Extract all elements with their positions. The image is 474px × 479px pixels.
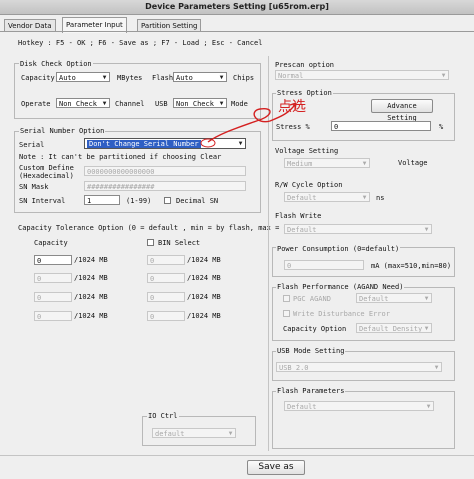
disk-check-title: Disk Check Option	[19, 59, 93, 69]
mbytes-label: MBytes	[117, 74, 143, 82]
tolerance-unit: /1024 MB	[187, 312, 221, 320]
tolerance-left-input-1[interactable]: 0	[34, 255, 72, 265]
pgc-agand-label: PGC AGAND	[293, 295, 331, 303]
bin-select-label: BIN Select	[158, 239, 201, 247]
tolerance-capacity-label: Capacity	[34, 239, 68, 247]
usb-mode-select[interactable]: USB 2.0 ▼	[276, 362, 442, 372]
tolerance-left-input-2[interactable]: 0	[34, 273, 72, 283]
chevron-down-icon: ▼	[360, 159, 369, 167]
tolerance-unit: /1024 MB	[187, 256, 221, 264]
percent-sign: %	[439, 123, 444, 131]
serial-note: Note : It can't be partitioned if choosi…	[19, 153, 222, 161]
chevron-down-icon: ▼	[439, 71, 448, 79]
serial-selected-value: Don't Change Serial Number	[87, 140, 201, 148]
prescan-select[interactable]: Normal ▼	[275, 70, 449, 80]
annotation-arrow-icon	[200, 102, 297, 148]
usb-mode-title: USB Mode Setting	[276, 346, 346, 356]
save-as-button[interactable]: Save as	[247, 460, 305, 475]
stress-percent-input[interactable]: 0	[331, 121, 431, 131]
pgc-agand-select[interactable]: Default ▼	[356, 293, 432, 303]
tolerance-unit: /1024 MB	[187, 293, 221, 301]
chevron-down-icon: ▼	[432, 363, 441, 371]
tolerance-unit: /1024 MB	[187, 274, 221, 282]
rw-cycle-select[interactable]: Default ▼	[284, 192, 370, 202]
capacity-label: Capacity	[21, 74, 55, 82]
sn-interval-input[interactable]: 1	[84, 195, 120, 205]
rw-cycle-unit: ns	[376, 194, 385, 202]
flash-label: Flash	[152, 74, 174, 82]
chevron-down-icon: ▼	[422, 324, 431, 332]
tolerance-right-input-2[interactable]: 0	[147, 273, 185, 283]
tolerance-unit: /1024 MB	[74, 256, 108, 264]
serial-title: Serial Number Option	[19, 126, 106, 136]
tab-divider	[0, 31, 474, 32]
chevron-down-icon: ▼	[424, 402, 433, 410]
usb-label: USB	[155, 100, 168, 108]
chevron-down-icon: ▼	[422, 294, 431, 302]
hexadecimal-label: (Hexadecimal)	[19, 172, 74, 180]
chevron-down-icon: ▼	[217, 73, 226, 81]
operate-select[interactable]: Non Check ▼	[56, 98, 110, 108]
tolerance-left-input-3[interactable]: 0	[34, 292, 72, 302]
sn-mask-input[interactable]: ################	[84, 181, 246, 191]
sn-interval-label: SN Interval	[19, 197, 66, 205]
voltage-label: Voltage	[398, 159, 428, 167]
tolerance-left-input-4[interactable]: 0	[34, 311, 72, 321]
flash-write-title: Flash Write	[275, 212, 322, 220]
tolerance-unit: /1024 MB	[74, 312, 108, 320]
capacity-select[interactable]: Auto ▼	[56, 72, 110, 82]
operate-label: Operate	[21, 100, 51, 108]
write-disturbance-label: Write Disturbance Error	[293, 310, 390, 318]
tolerance-unit: /1024 MB	[74, 293, 108, 301]
power-title: Power Consumption (0=default)	[276, 244, 401, 254]
flash-params-select[interactable]: Default ▼	[284, 401, 434, 411]
chevron-down-icon: ▼	[100, 99, 109, 107]
tolerance-right-input-4[interactable]: 0	[147, 311, 185, 321]
flash-performance-title: Flash Performance (AGAND Need)	[276, 282, 405, 292]
io-ctrl-select[interactable]: default ▼	[152, 428, 236, 438]
chevron-down-icon: ▼	[422, 225, 431, 233]
tolerance-right-input-1[interactable]: 0	[147, 255, 185, 265]
footer-divider	[0, 455, 474, 456]
sn-mask-label: SN Mask	[19, 183, 49, 191]
sn-interval-range: (1-99)	[126, 197, 152, 205]
prescan-title: Prescan option	[275, 61, 335, 69]
flash-write-select[interactable]: Default ▼	[284, 224, 432, 234]
capacity-option-select[interactable]: Default Density ▼	[356, 323, 432, 333]
decimal-sn-label: Decimal SN	[176, 197, 219, 205]
serial-label: Serial	[19, 141, 45, 149]
flash-params-group	[272, 391, 455, 449]
io-ctrl-title: IO Ctrl	[147, 411, 179, 421]
advance-setting-button[interactable]: Advance Setting	[371, 99, 433, 122]
channel-label: Channel	[115, 100, 145, 108]
decimal-sn-checkbox[interactable]	[164, 197, 171, 204]
pgc-agand-checkbox[interactable]	[283, 295, 290, 302]
power-input[interactable]: 0	[284, 260, 364, 270]
chevron-down-icon: ▼	[100, 73, 109, 81]
tolerance-right-input-3[interactable]: 0	[147, 292, 185, 302]
capacity-option-label: Capacity Option	[283, 325, 347, 333]
chips-label: Chips	[233, 74, 255, 82]
flash-params-title: Flash Parameters	[276, 386, 346, 396]
flash-select[interactable]: Auto ▼	[173, 72, 227, 82]
chevron-down-icon: ▼	[360, 193, 369, 201]
rw-cycle-title: R/W Cycle Option	[275, 181, 343, 189]
write-disturbance-checkbox[interactable]	[283, 310, 290, 317]
window-title: Device Parameters Setting [u65rom.erp]	[0, 0, 474, 15]
tolerance-unit: /1024 MB	[74, 274, 108, 282]
power-unit: mA (max=510,min=80)	[371, 262, 452, 270]
bin-select-checkbox[interactable]	[147, 239, 154, 246]
voltage-select[interactable]: Medium ▼	[284, 158, 370, 168]
capacity-tolerance-title: Capacity Tolerance Option (0 = default ,…	[18, 224, 301, 232]
chevron-down-icon: ▼	[226, 429, 235, 437]
hotkey-hint: Hotkey : F5 - OK ; F6 - Save as ; F7 - L…	[18, 39, 263, 47]
custom-define-input[interactable]: 0000000000000000	[84, 166, 246, 176]
